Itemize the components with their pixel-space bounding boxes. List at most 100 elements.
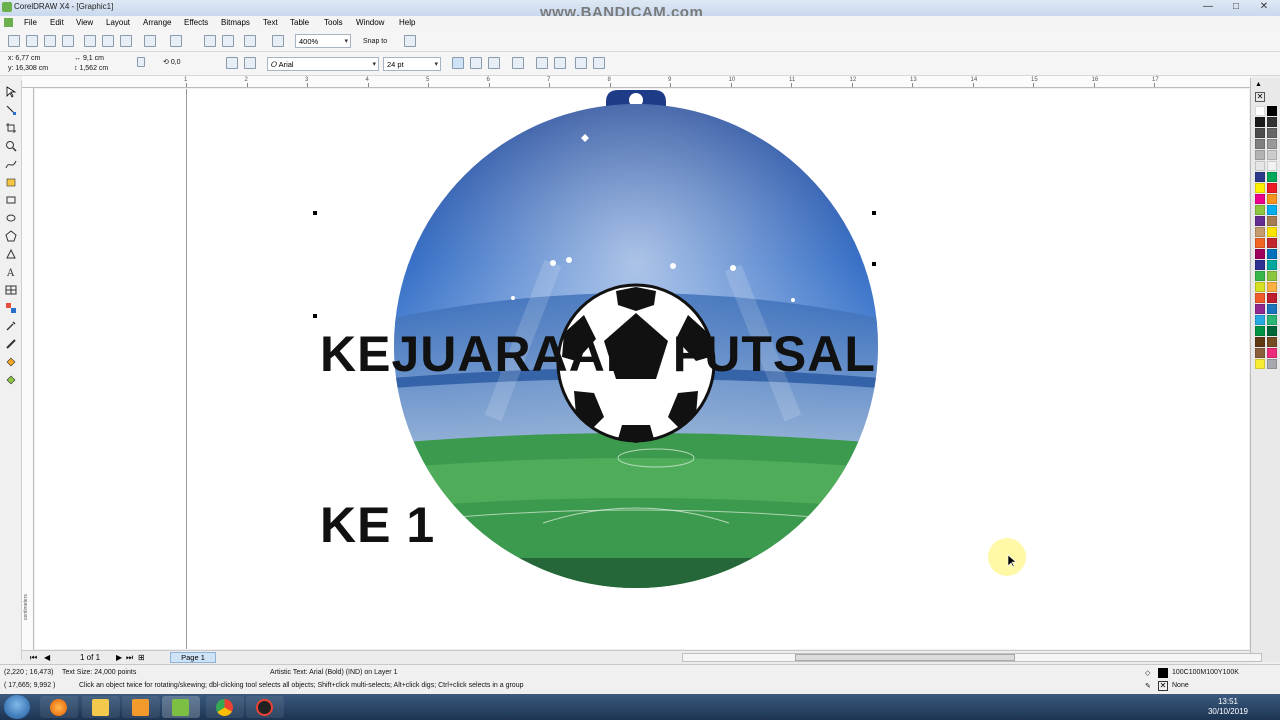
- color-swatch[interactable]: [1267, 183, 1277, 193]
- ellipse-tool-icon[interactable]: [5, 212, 17, 224]
- color-swatch[interactable]: [1267, 271, 1277, 281]
- color-swatch[interactable]: [1267, 359, 1277, 369]
- color-swatch[interactable]: [1255, 249, 1265, 259]
- menu-tools[interactable]: Tools: [324, 18, 343, 27]
- color-swatch[interactable]: [1255, 161, 1265, 171]
- color-swatch[interactable]: [1255, 293, 1265, 303]
- new-icon[interactable]: [8, 35, 20, 47]
- color-swatch[interactable]: [1267, 172, 1277, 182]
- selection-handle-top-left[interactable]: [313, 211, 317, 215]
- start-button[interactable]: [4, 695, 30, 719]
- color-swatch[interactable]: [1267, 161, 1277, 171]
- snap-to-button[interactable]: Snap to: [363, 38, 387, 45]
- basic-shapes-tool-icon[interactable]: [5, 248, 17, 260]
- color-swatch[interactable]: [1255, 183, 1265, 193]
- copy-icon[interactable]: [102, 35, 114, 47]
- lock-ratio-icon[interactable]: [137, 57, 145, 67]
- selection-handle-bottom-left[interactable]: [313, 314, 317, 318]
- eyedropper-tool-icon[interactable]: [5, 320, 17, 332]
- color-swatch[interactable]: [1267, 106, 1277, 116]
- color-swatch[interactable]: [1255, 337, 1265, 347]
- import-icon[interactable]: [204, 35, 216, 47]
- table-tool-icon[interactable]: [5, 284, 17, 296]
- outline-tool-icon[interactable]: [5, 338, 17, 350]
- color-swatch[interactable]: [1267, 315, 1277, 325]
- crop-tool-icon[interactable]: [5, 122, 17, 134]
- x-position[interactable]: x: 6,77 cm: [8, 55, 40, 62]
- color-swatch[interactable]: [1267, 282, 1277, 292]
- menu-window[interactable]: Window: [356, 18, 384, 27]
- color-swatch[interactable]: [1255, 271, 1265, 281]
- horizontal-ruler[interactable]: 1 2 3 4 5 6 7 8 9 10 11 12 13 14 15 16 17: [22, 76, 1250, 88]
- smart-fill-tool-icon[interactable]: [5, 176, 17, 188]
- mirror-horizontal-icon[interactable]: [226, 57, 238, 69]
- color-swatch[interactable]: [1255, 128, 1265, 138]
- color-swatch[interactable]: [1255, 106, 1265, 116]
- taskbar-bandicam[interactable]: [246, 696, 284, 718]
- y-position[interactable]: y: 16,308 cm: [8, 65, 48, 72]
- options-icon[interactable]: [404, 35, 416, 47]
- tab-page-1[interactable]: Page 1: [170, 652, 216, 663]
- menu-effects[interactable]: Effects: [184, 18, 208, 27]
- headline-text[interactable]: KEJUARAAN FUTSAL KE 1: [320, 212, 876, 611]
- next-page-icon[interactable]: ▶: [116, 653, 122, 662]
- scrollbar-thumb[interactable]: [795, 654, 1015, 661]
- print-icon[interactable]: [62, 35, 74, 47]
- last-page-icon[interactable]: ⏭: [126, 653, 133, 663]
- edit-text-icon[interactable]: [593, 57, 605, 69]
- add-page-icon[interactable]: ⊞: [138, 653, 145, 662]
- palette-scroll-up-icon[interactable]: ▲: [1255, 81, 1262, 88]
- taskbar-media-player[interactable]: [122, 696, 160, 718]
- menu-file[interactable]: File: [24, 18, 37, 27]
- document-icon[interactable]: [4, 18, 13, 27]
- maximize-button[interactable]: □: [1226, 1, 1246, 13]
- color-swatch[interactable]: [1255, 205, 1265, 215]
- width-field[interactable]: ↔ 9,1 cm: [74, 55, 104, 62]
- pick-tool-icon[interactable]: [5, 86, 17, 98]
- taskbar-explorer[interactable]: [82, 696, 120, 718]
- previous-page-icon[interactable]: ◀: [44, 653, 50, 662]
- system-clock[interactable]: 13:51 30/10/2019: [1208, 697, 1248, 717]
- horizontal-alignment-icon[interactable]: [512, 57, 524, 69]
- minimize-button[interactable]: —: [1198, 1, 1218, 13]
- rectangle-tool-icon[interactable]: [5, 194, 17, 206]
- coreldraw-app-icon[interactable]: [2, 2, 12, 12]
- menu-layout[interactable]: Layout: [106, 18, 130, 27]
- color-swatch[interactable]: [1267, 304, 1277, 314]
- color-swatch[interactable]: [1267, 227, 1277, 237]
- menu-table[interactable]: Table: [290, 18, 309, 27]
- bullet-list-icon[interactable]: [536, 57, 548, 69]
- color-swatch[interactable]: [1267, 216, 1277, 226]
- open-icon[interactable]: [26, 35, 38, 47]
- mirror-vertical-icon[interactable]: [244, 57, 256, 69]
- italic-icon[interactable]: [470, 57, 482, 69]
- vertical-ruler[interactable]: centimeters: [22, 88, 34, 650]
- no-color-swatch[interactable]: ✕: [1255, 92, 1265, 102]
- color-swatch[interactable]: [1255, 227, 1265, 237]
- color-swatch[interactable]: [1267, 337, 1277, 347]
- color-swatch[interactable]: [1255, 282, 1265, 292]
- menu-arrange[interactable]: Arrange: [143, 18, 171, 27]
- height-field[interactable]: ↕ 1,562 cm: [74, 65, 108, 72]
- fill-tool-icon[interactable]: [5, 356, 17, 368]
- color-swatch[interactable]: [1267, 326, 1277, 336]
- color-swatch[interactable]: [1267, 139, 1277, 149]
- color-swatch[interactable]: [1255, 194, 1265, 204]
- selection-handle-top-right[interactable]: [872, 211, 876, 215]
- color-swatch[interactable]: [1267, 117, 1277, 127]
- zoom-tool-icon[interactable]: [5, 140, 17, 152]
- menu-view[interactable]: View: [76, 18, 93, 27]
- font-size-select[interactable]: 24 pt ▾: [383, 57, 441, 71]
- bold-icon[interactable]: [452, 57, 464, 69]
- polygon-tool-icon[interactable]: [5, 230, 17, 242]
- color-swatch[interactable]: [1267, 205, 1277, 215]
- undo-icon[interactable]: [144, 35, 156, 47]
- rotation-field[interactable]: ⟲ 0,0: [163, 58, 181, 66]
- color-swatch[interactable]: [1255, 139, 1265, 149]
- color-swatch[interactable]: [1255, 150, 1265, 160]
- underline-icon[interactable]: [488, 57, 500, 69]
- paste-icon[interactable]: [120, 35, 132, 47]
- color-swatch[interactable]: [1255, 348, 1265, 358]
- font-list-select[interactable]: 𝑂 Arial ▾: [267, 57, 379, 71]
- shape-tool-icon[interactable]: [5, 104, 17, 116]
